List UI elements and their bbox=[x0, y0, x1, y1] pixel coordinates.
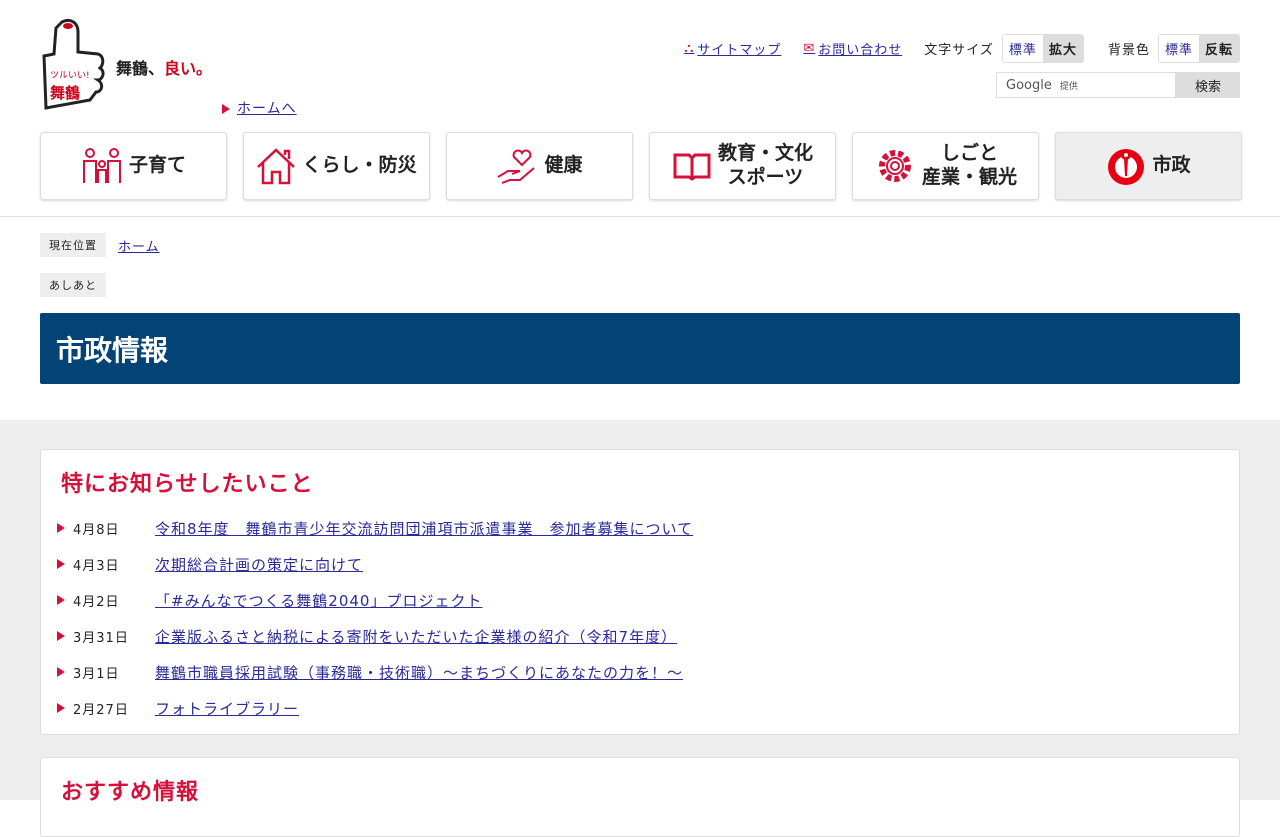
nav-label: 子育て bbox=[128, 154, 186, 177]
bg-color-label: 背景色 bbox=[1107, 43, 1150, 58]
important-notice-panel: 特にお知らせしたいこと 4月8日 令和8年度 舞鶴市青少年交流訪問団浦項市派遣事業… bbox=[40, 449, 1240, 735]
home-link[interactable]: ホームへ bbox=[237, 101, 297, 117]
bg-color-toggle: 標準 反転 bbox=[1157, 34, 1240, 63]
nav-living[interactable]: くらし・防災 bbox=[243, 132, 430, 200]
font-size-standard-button[interactable]: 標準 bbox=[1002, 35, 1043, 62]
item-link[interactable]: 次期総合計画の策定に向けて bbox=[155, 554, 363, 575]
item-link[interactable]: 「#みんなでつくる舞鶴2040」プロジェクト bbox=[155, 590, 482, 611]
item-date: 2月27日 bbox=[73, 702, 129, 718]
nav-label: 健康 bbox=[544, 154, 583, 177]
triangle-right-icon bbox=[57, 595, 65, 605]
sitemap-link[interactable]: ⛬ サイトマップ bbox=[684, 39, 781, 58]
family-icon bbox=[82, 148, 121, 183]
logo-tagline: 舞鶴、良い。 bbox=[116, 55, 212, 79]
contact-link[interactable]: ✉ お問い合わせ bbox=[803, 39, 902, 58]
nav-label-2: 産業・観光 bbox=[921, 166, 1017, 188]
svg-text:舞鶴: 舞鶴 bbox=[50, 84, 80, 102]
house-icon bbox=[257, 148, 296, 185]
triangle-right-icon bbox=[57, 559, 65, 569]
sitemap-label: サイトマップ bbox=[697, 43, 782, 58]
item-link[interactable]: 令和8年度 舞鶴市青少年交流訪問団浦項市派遣事業 参加者募集について bbox=[155, 518, 693, 539]
search-button[interactable]: 検索 bbox=[1176, 72, 1240, 98]
list-item: 3月31日 企業版ふるさと納税による寄附をいただいた企業様の紹介（令和7年度） bbox=[57, 618, 1219, 654]
list-item: 4月8日 令和8年度 舞鶴市青少年交流訪問団浦項市派遣事業 参加者募集について bbox=[57, 510, 1219, 546]
site-logo[interactable]: ツルいい! 舞鶴 舞鶴、良い。 bbox=[40, 18, 212, 110]
site-search: Google 提供 検索 bbox=[996, 72, 1240, 98]
breadcrumb-home-link[interactable]: ホーム bbox=[118, 236, 160, 255]
nav-education[interactable]: 教育・文化 スポーツ bbox=[649, 132, 836, 200]
list-item: 4月3日 次期総合計画の策定に向けて bbox=[57, 546, 1219, 582]
triangle-right-icon bbox=[57, 703, 65, 713]
logo-mark-icon: ツルいい! 舞鶴 bbox=[42, 18, 105, 110]
font-size-toggle: 標準 拡大 bbox=[1001, 34, 1084, 63]
triangle-right-icon bbox=[57, 667, 65, 677]
notice-list: 4月8日 令和8年度 舞鶴市青少年交流訪問団浦項市派遣事業 参加者募集について 4… bbox=[57, 510, 1219, 726]
notice-heading: 特にお知らせしたいこと bbox=[61, 472, 314, 497]
breadcrumb-label: 現在位置 bbox=[40, 233, 106, 257]
item-link[interactable]: フォトライブラリー bbox=[155, 698, 299, 719]
global-nav: 子育て くらし・防災 健康 教育・文化 スポーツ しごと 産業・観光 市政 bbox=[40, 132, 1242, 200]
triangle-right-icon bbox=[57, 631, 65, 641]
nav-label: 教育・文化 bbox=[717, 142, 813, 165]
bg-standard-button[interactable]: 標準 bbox=[1158, 35, 1199, 62]
home-link-wrap: ホームへ bbox=[222, 98, 297, 118]
nav-city-government[interactable]: 市政 bbox=[1055, 132, 1242, 200]
list-item: 3月1日 舞鶴市職員採用試験（事務職・技術職）～まちづくりにあなたの力を！～ bbox=[57, 654, 1219, 690]
nav-label: しごと bbox=[940, 142, 998, 165]
tagline-part: 舞鶴、 bbox=[116, 59, 165, 78]
tagline-accent: 良い。 bbox=[164, 59, 213, 78]
list-item: 4月2日 「#みんなでつくる舞鶴2040」プロジェクト bbox=[57, 582, 1219, 618]
font-size-large-button[interactable]: 拡大 bbox=[1042, 35, 1083, 62]
bg-invert-button[interactable]: 反転 bbox=[1198, 35, 1239, 62]
triangle-right-icon bbox=[222, 104, 230, 114]
item-link[interactable]: 企業版ふるさと納税による寄附をいただいた企業様の紹介（令和7年度） bbox=[155, 626, 677, 647]
nav-label-2: スポーツ bbox=[727, 166, 804, 188]
search-input[interactable]: Google 提供 bbox=[996, 72, 1176, 98]
item-date: 3月1日 bbox=[73, 666, 120, 682]
item-date: 4月8日 bbox=[73, 522, 120, 538]
list-item: 2月27日 フォトライブラリー bbox=[57, 690, 1219, 726]
footprints-label: あしあと bbox=[40, 273, 106, 297]
item-date: 4月2日 bbox=[73, 594, 120, 610]
book-icon bbox=[673, 153, 711, 181]
nav-work[interactable]: しごと 産業・観光 bbox=[852, 132, 1039, 200]
nav-label: 市政 bbox=[1152, 154, 1191, 177]
svg-text:ツルいい!: ツルいい! bbox=[50, 71, 90, 81]
site-header: ツルいい! 舞鶴 舞鶴、良い。 ホームへ ⛬ サイトマップ ✉ お問い合わせ 文字サ… bbox=[0, 0, 1280, 217]
contact-label: お問い合わせ bbox=[818, 43, 903, 58]
heart-hand-icon bbox=[497, 149, 536, 184]
search-placeholder-sub: 提供 bbox=[1059, 81, 1078, 92]
nav-childcare[interactable]: 子育て bbox=[40, 132, 227, 200]
city-emblem-icon bbox=[1108, 149, 1145, 185]
mail-icon: ✉ bbox=[803, 41, 816, 56]
recommended-panel: おすすめ情報 bbox=[40, 757, 1240, 837]
recommend-heading: おすすめ情報 bbox=[61, 780, 200, 805]
item-date: 4月3日 bbox=[73, 558, 120, 574]
breadcrumb: 現在位置 ホーム あしあと bbox=[0, 217, 1280, 297]
font-size-label: 文字サイズ bbox=[924, 43, 994, 58]
item-date: 3月31日 bbox=[73, 630, 129, 646]
sitemap-icon: ⛬ bbox=[684, 41, 695, 56]
item-link[interactable]: 舞鶴市職員採用試験（事務職・技術職）～まちづくりにあなたの力を！～ bbox=[155, 662, 683, 683]
gear-icon bbox=[878, 150, 911, 182]
nav-health[interactable]: 健康 bbox=[446, 132, 633, 200]
search-placeholder: Google bbox=[1006, 77, 1052, 93]
utility-bar: ⛬ サイトマップ ✉ お問い合わせ 文字サイズ 標準 拡大 背景色 標準 反転 bbox=[684, 34, 1240, 63]
page-title: 市政情報 bbox=[40, 313, 1240, 384]
nav-label: くらし・防災 bbox=[302, 154, 417, 177]
triangle-right-icon bbox=[57, 523, 65, 533]
